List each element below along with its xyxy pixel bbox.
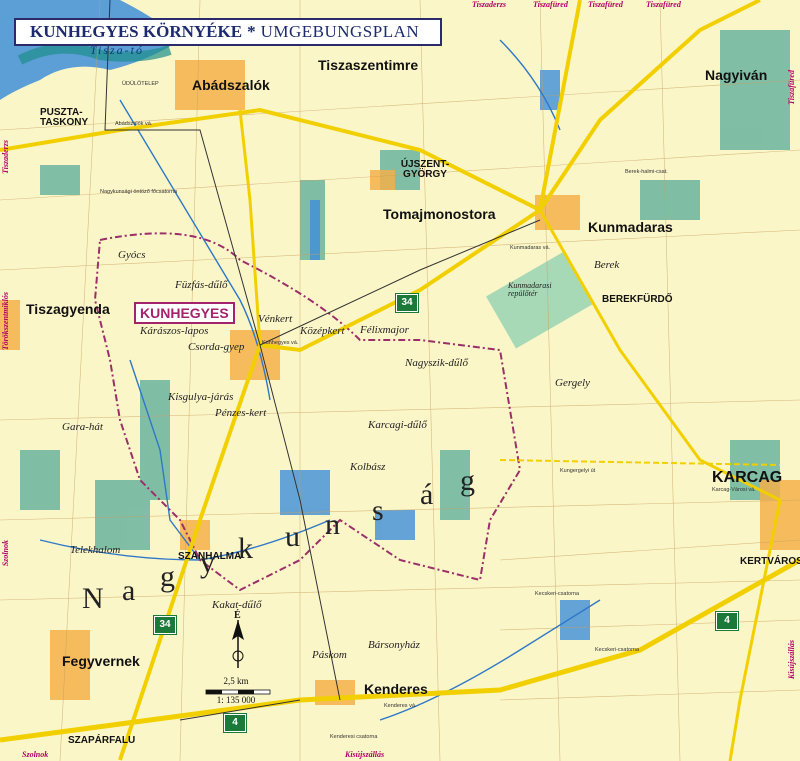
town-tiszaszentimre[interactable]: Tiszaszentimre (318, 58, 418, 72)
region-letter: s (372, 494, 386, 527)
town-kunhegyes[interactable]: KUNHEGYES (134, 302, 235, 324)
area-label: Berek (594, 259, 620, 271)
edge-label: Tiszaderzs (472, 0, 506, 9)
edge-label: Törökszentmiklós (1, 292, 10, 351)
area-label: Páskom (312, 649, 347, 661)
region-letter: u (285, 520, 302, 553)
road-shield-4: 4 (716, 612, 738, 630)
town-kenderes[interactable]: Kenderes (364, 682, 428, 696)
area-label: Karcagi-dűlő (368, 419, 427, 431)
area-label: Kárászos-lapos (140, 325, 209, 337)
area-label: Füzfás-dűlő (175, 279, 228, 291)
town-nagyivan[interactable]: Nagyiván (705, 68, 767, 82)
title-sub: UMGEBUNGSPLAN (260, 22, 420, 41)
map-canvas[interactable]: KUNHEGYES KÖRNYÉKE * UMGEBUNGSPLAN Tisza… (0, 0, 800, 761)
area-label: Bársonyház (368, 639, 420, 651)
title-separator: * (247, 22, 256, 41)
town-ujszentgyorgy[interactable]: ÚJSZENT-GYÖRGY (400, 160, 450, 180)
area-label: Csorda-gyep (188, 341, 245, 353)
region-letter: n (325, 508, 342, 541)
edge-label: Tiszaderzs (1, 140, 10, 174)
edge-label: Tiszafüred (646, 0, 681, 9)
small-label: Berek-halmi-csat. (625, 169, 668, 175)
region-letter: k (238, 532, 255, 565)
region-letter: y (200, 546, 217, 579)
north-arrow-icon (232, 620, 244, 668)
area-label: Telekhalom (70, 544, 121, 556)
edge-label: Kisújszállás (345, 750, 385, 759)
region-letter: N (82, 582, 106, 615)
road-shield-34: 34 (396, 294, 418, 312)
town-berekfurdo[interactable]: BEREKFÜRDŐ (602, 295, 673, 305)
title-main: KUNHEGYES KÖRNYÉKE (30, 22, 243, 41)
region-letter: a (122, 574, 138, 607)
town-kertvaros[interactable]: KERTVÁROS (740, 557, 800, 567)
town-szaparfalu[interactable]: SZAPÁRFALU (68, 736, 135, 746)
edge-label: Kisújszállás (787, 640, 796, 680)
road-shield-34: 34 (154, 616, 176, 634)
small-label: Kenderes vá. (384, 703, 417, 709)
scale-ratio: 1: 135 000 (216, 695, 256, 705)
road-shield-4: 4 (224, 714, 246, 732)
town-kunmadaras[interactable]: Kunmadaras (588, 220, 673, 234)
town-karcag[interactable]: KARCAG (712, 470, 782, 486)
area-label: Félixmajor (360, 324, 409, 336)
canals (39, 39, 601, 721)
edge-label: Tiszafüred (533, 0, 568, 9)
area-label: Vénkert (258, 313, 293, 325)
region-letter: á (420, 478, 436, 511)
small-label: Kenderesi csatorna (330, 734, 378, 740)
town-pusztataskony[interactable]: PUSZTA-TASKONY (40, 108, 90, 128)
area-label: Gara-hát (62, 421, 103, 433)
area-label: Pénzes-kert (215, 407, 267, 419)
area-label: Középkert (300, 325, 345, 337)
edge-label: Szolnok (1, 540, 10, 567)
edge-label: Tiszafüred (787, 70, 796, 105)
region-letter: g (160, 560, 177, 593)
town-tiszagyenda[interactable]: Tiszagyenda (26, 302, 110, 316)
small-label: Karcag-Városi vá. (712, 487, 756, 493)
scale-legend: 2,5 km 1: 135 000 (200, 676, 272, 705)
north-label: É (234, 610, 241, 621)
town-tomajmonostora[interactable]: Tomajmonostora (383, 207, 496, 221)
area-label: Kolbász (350, 461, 386, 473)
lake-label: Tisza-tó (90, 43, 145, 57)
small-label: Nagykunsági öntöző főcsatorna (100, 189, 178, 195)
town-abadszalok[interactable]: Abádszalók (192, 78, 270, 92)
small-label: Kunmadaras vá. (510, 245, 551, 251)
area-label: Gyócs (118, 249, 146, 261)
small-label: Abádszalók vá. (115, 121, 153, 127)
small-label: ÜDÜLŐTELEP (122, 81, 159, 87)
airfield (486, 251, 594, 349)
area-label: Gergely (555, 377, 591, 389)
scale-distance: 2,5 km (223, 676, 249, 686)
small-label: Kecskeri-csatorna (595, 647, 640, 653)
edge-label: Tiszafüred (588, 0, 623, 9)
area-label: Kunmadarasi repülőtér (508, 281, 552, 298)
town-fegyvernek[interactable]: Fegyvernek (62, 654, 140, 668)
region-letter: g (460, 464, 477, 497)
small-label: Kunhegyes vá. (262, 340, 299, 346)
edge-label: Szolnok (22, 750, 49, 759)
map-title: KUNHEGYES KÖRNYÉKE * UMGEBUNGSPLAN (14, 18, 442, 46)
area-label: Nagyszik-dűlő (405, 357, 468, 369)
small-label: Kungergelyi út (560, 468, 596, 474)
area-label: Kisgulya-járás (168, 391, 234, 403)
small-label: Kecskeri-csatorna (535, 591, 580, 597)
forest-patches (20, 30, 790, 550)
